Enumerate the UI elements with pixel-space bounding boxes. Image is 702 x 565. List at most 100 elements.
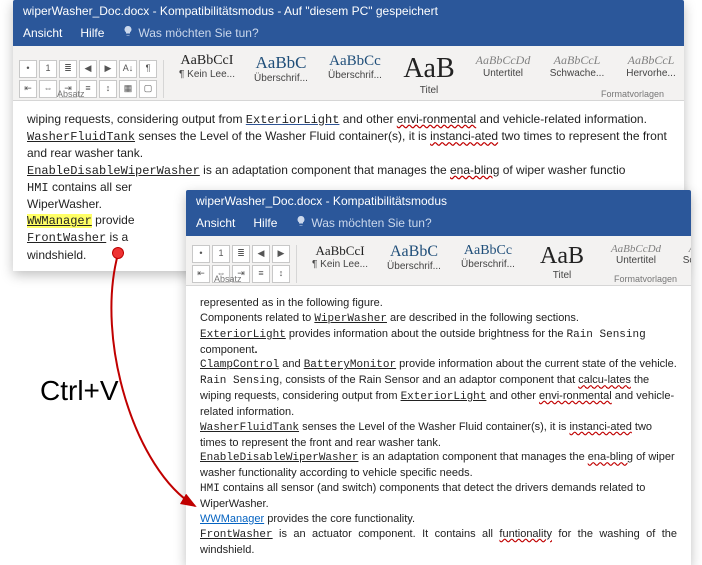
menu-help[interactable]: Hilfe bbox=[253, 216, 277, 230]
style-sample: AaB bbox=[532, 243, 592, 270]
style-label: Überschrif... bbox=[251, 73, 311, 84]
style-sample: AaBbCcL bbox=[621, 53, 681, 68]
decrease-indent-button[interactable]: ◀ bbox=[252, 245, 270, 263]
doc-paragraph: wiping requests, considering output from… bbox=[27, 111, 670, 128]
doc-paragraph: ExteriorLight provides information about… bbox=[200, 327, 677, 358]
numbered-list-button[interactable]: 1 bbox=[212, 245, 230, 263]
menu-bar: Ansicht Hilfe Was möchten Sie tun? bbox=[186, 212, 691, 236]
word-window-target: wiperWasher_Doc.docx - Kompatibilitätsmo… bbox=[186, 190, 691, 565]
absatz-group-label: Absatz bbox=[214, 274, 242, 284]
borders-button[interactable]: ▢ bbox=[139, 80, 157, 98]
doc-paragraph: EnableDisableWiperWasher is an adaptatio… bbox=[200, 450, 677, 481]
code-token: EnableDisableWiperWasher bbox=[200, 452, 358, 464]
document-area[interactable]: represented as in the following figure. … bbox=[186, 286, 691, 565]
decrease-indent-button[interactable]: ◀ bbox=[79, 60, 97, 78]
selection-handle-icon bbox=[113, 248, 123, 258]
style-sample: AaBbCcL bbox=[547, 53, 607, 68]
shortcut-label: Ctrl+V bbox=[40, 375, 119, 407]
doc-paragraph: Components related to WiperWasher are de… bbox=[200, 311, 677, 327]
para-marks-button[interactable]: ¶ bbox=[139, 60, 157, 78]
style-gallery-item[interactable]: AaBbCcI¶ Kein Lee... bbox=[303, 240, 377, 283]
menu-view[interactable]: Ansicht bbox=[196, 216, 235, 230]
style-label: ¶ Kein Lee... bbox=[310, 259, 370, 270]
menu-bar: Ansicht Hilfe Was möchten Sie tun? bbox=[13, 22, 684, 46]
code-token: ClampControl bbox=[200, 359, 279, 371]
doc-paragraph: WasherFluidTank senses the Level of the … bbox=[27, 128, 670, 161]
doc-paragraph: Rain Sensing, consists of the Rain Senso… bbox=[200, 373, 677, 420]
style-label: Überschrif... bbox=[384, 261, 444, 272]
justify-button[interactable]: ≡ bbox=[252, 265, 270, 283]
title-text: wiperWasher_Doc.docx - Kompatibilitätsmo… bbox=[196, 194, 447, 208]
line-spacing-button[interactable]: ↕ bbox=[99, 80, 117, 98]
style-sample: AaBbCcL bbox=[680, 243, 691, 255]
menu-help[interactable]: Hilfe bbox=[80, 26, 104, 40]
wwmanager-pasted-link[interactable]: WWManager bbox=[200, 513, 264, 525]
code-token: HMI bbox=[200, 483, 220, 495]
doc-paragraph: WWManager provides the core functionalit… bbox=[200, 512, 677, 527]
style-label: Schwache... bbox=[547, 68, 607, 79]
doc-paragraph: represented as in the following figure. bbox=[200, 296, 677, 311]
paragraph-group: • 1 ≣ ◀ ▶ ⇤ ⇔ ⇥ ≡ ↕ bbox=[192, 245, 297, 283]
title-text: wiperWasher_Doc.docx - Kompatibilitätsmo… bbox=[23, 4, 438, 18]
lightbulb-icon bbox=[295, 215, 307, 230]
style-gallery-item[interactable]: AaBbCcÜberschrif... bbox=[451, 240, 525, 283]
increase-indent-button[interactable]: ▶ bbox=[99, 60, 117, 78]
multilevel-list-button[interactable]: ≣ bbox=[232, 245, 250, 263]
lightbulb-icon bbox=[122, 25, 134, 40]
style-gallery-item[interactable]: AaBbCÜberschrif... bbox=[244, 50, 318, 98]
style-label: Überschrif... bbox=[325, 70, 385, 81]
tell-me-search[interactable]: Was möchten Sie tun? bbox=[122, 25, 258, 40]
style-label: Überschrif... bbox=[458, 259, 518, 270]
style-label: ¶ Kein Lee... bbox=[177, 69, 237, 80]
code-token: FrontWasher bbox=[200, 529, 273, 541]
style-label: Titel bbox=[399, 85, 459, 96]
code-token: WasherFluidTank bbox=[27, 130, 135, 144]
doc-paragraph: FrontWasher is an actuator component. It… bbox=[200, 527, 677, 558]
title-bar: wiperWasher_Doc.docx - Kompatibilitätsmo… bbox=[186, 190, 691, 212]
code-token: ExteriorLight bbox=[200, 329, 286, 341]
numbered-list-button[interactable]: 1 bbox=[39, 60, 57, 78]
align-left-button[interactable]: ⇤ bbox=[19, 80, 37, 98]
shading-button[interactable]: ▦ bbox=[119, 80, 137, 98]
format-group-label: Formatvorlagen bbox=[614, 274, 677, 284]
line-spacing-button[interactable]: ↕ bbox=[272, 265, 290, 283]
style-sample: AaBbCcI bbox=[310, 243, 370, 259]
style-label: Titel bbox=[532, 270, 592, 281]
style-gallery-item[interactable]: AaBbCcI¶ Kein Lee... bbox=[170, 50, 244, 98]
menu-view[interactable]: Ansicht bbox=[23, 26, 62, 40]
style-sample: AaBbCc bbox=[458, 243, 518, 259]
style-gallery-item[interactable]: AaBbCÜberschrif... bbox=[377, 240, 451, 283]
paragraph-group: • 1 ≣ ◀ ▶ A↓ ¶ ⇤ ⇔ ⇥ ≡ ↕ ▦ ▢ bbox=[19, 60, 164, 98]
style-label: Untertitel bbox=[606, 255, 666, 266]
style-label: Untertitel bbox=[473, 68, 533, 79]
code-token: BatteryMonitor bbox=[304, 359, 396, 371]
code-token: EnableDisableWiperWasher bbox=[27, 164, 200, 178]
multilevel-list-button[interactable]: ≣ bbox=[59, 60, 77, 78]
style-sample: AaBbC bbox=[251, 53, 311, 73]
title-bar: wiperWasher_Doc.docx - Kompatibilitätsmo… bbox=[13, 0, 684, 22]
style-sample: AaBbCc bbox=[325, 53, 385, 70]
wwmanager-source-token[interactable]: WWManager bbox=[27, 214, 92, 228]
style-gallery-item[interactable]: AaBTitel bbox=[525, 240, 599, 283]
bullet-list-button[interactable]: • bbox=[192, 245, 210, 263]
sort-button[interactable]: A↓ bbox=[119, 60, 137, 78]
align-center-button[interactable]: ⇔ bbox=[39, 80, 57, 98]
doc-paragraph: WasherFluidTank senses the Level of the … bbox=[200, 420, 677, 451]
absatz-group-label: Absatz bbox=[57, 89, 85, 99]
doc-paragraph: HMI contains all sensor (and switch) com… bbox=[200, 481, 677, 512]
code-token: FrontWasher bbox=[27, 231, 106, 245]
code-token: ExteriorLight bbox=[246, 113, 340, 127]
style-label: Hervorhe... bbox=[621, 68, 681, 79]
doc-paragraph: EnableDisableWiperWasher is an adaptatio… bbox=[27, 162, 670, 179]
bullet-list-button[interactable]: • bbox=[19, 60, 37, 78]
increase-indent-button[interactable]: ▶ bbox=[272, 245, 290, 263]
style-gallery-item[interactable]: AaBbCcÜberschrif... bbox=[318, 50, 392, 98]
style-gallery-item[interactable]: AaBTitel bbox=[392, 50, 466, 98]
ribbon: • 1 ≣ ◀ ▶ ⇤ ⇔ ⇥ ≡ ↕ AaBbCcI¶ Kein Lee...… bbox=[186, 236, 691, 286]
tell-me-search[interactable]: Was möchten Sie tun? bbox=[295, 215, 431, 230]
style-sample: AaBbC bbox=[384, 243, 444, 261]
align-left-button[interactable]: ⇤ bbox=[192, 265, 210, 283]
format-group-label: Formatvorlagen bbox=[601, 89, 664, 99]
style-sample: AaBbCcI bbox=[177, 53, 237, 69]
style-gallery-item[interactable]: AaBbCcDdUntertitel bbox=[466, 50, 540, 98]
